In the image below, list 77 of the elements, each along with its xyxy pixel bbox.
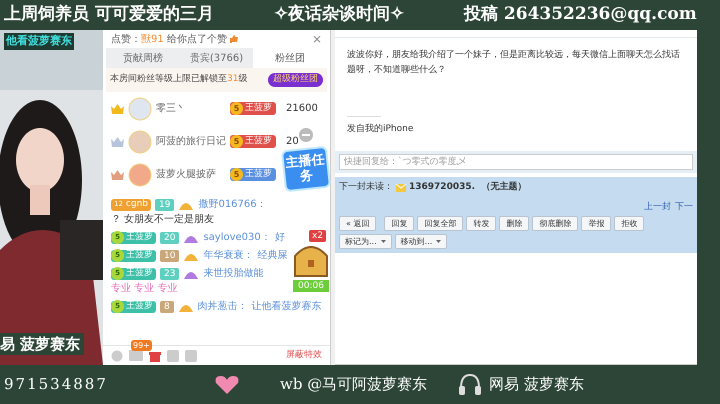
score: 21600: [286, 102, 318, 116]
caret-icon: [436, 240, 442, 243]
unread-badge: 99+: [131, 340, 152, 351]
rank-badge: 20: [160, 232, 180, 244]
rank-badge: 19: [155, 198, 174, 210]
fan-badge: 5 王菠萝: [230, 135, 276, 148]
thumbs-up-icon: [228, 34, 239, 44]
tab[interactable]: 贵宾(3766): [180, 48, 254, 68]
fan-notice: 本房间粉丝等级上限已解锁至31级: [110, 73, 248, 86]
gift-icon[interactable]: [149, 350, 161, 362]
next-unread-label: 下一封未读：: [339, 180, 393, 194]
like-notice: 点赞：獸91 给你点了个赞: [111, 32, 227, 46]
crown-icon: [111, 104, 124, 114]
banner-title: 上周饲养员 可可爱爱的三月: [4, 3, 215, 26]
weibo-handle: wb @马可阿菠萝赛东: [280, 374, 428, 396]
tool-icon[interactable]: [167, 350, 179, 362]
tab[interactable]: 贡献周榜: [106, 48, 180, 68]
mail-action-button[interactable]: « 返回: [339, 216, 376, 231]
crown-icon: [111, 170, 124, 180]
chat-message: 专业 专业 专业: [111, 282, 178, 296]
mail-action-button[interactable]: 删除: [499, 216, 530, 231]
rank-badge: 23: [160, 268, 180, 280]
overlay-caption: 他看菠萝赛东: [4, 33, 74, 50]
avatar: [128, 162, 152, 186]
dropdown-button[interactable]: 标记为...: [339, 234, 392, 249]
chat-message: 好: [274, 231, 285, 245]
block-effects-button[interactable]: 屏蔽特效: [286, 348, 322, 362]
chat-user: 来世投胎做能: [203, 266, 264, 281]
emoji-icon[interactable]: [111, 350, 123, 362]
netease-name: 网易 菠萝赛东: [489, 374, 584, 396]
email-signature: 发自我的iPhone: [346, 123, 414, 136]
fan-badge: 5 王菠萝: [230, 102, 276, 115]
envelope-icon: [396, 184, 406, 192]
multiplier-badge: x2: [309, 230, 326, 242]
chat-user: 肉丼葱击：: [198, 300, 248, 314]
email-body: 波波你好，朋友给我介绍了一个妹子，但是距离比较远，每天微信上面聊天怎么找话题呀，不知道聊些什么？: [346, 48, 681, 77]
rank-badge: 10: [160, 250, 180, 262]
caret-icon: [380, 240, 386, 243]
avatar: [128, 130, 152, 154]
chat-user: 撒野016766：: [198, 198, 267, 212]
minus-icon[interactable]: [299, 128, 313, 142]
avatar: [128, 96, 152, 120]
headphones-icon: [457, 372, 484, 398]
user-name: 零三丶: [156, 102, 187, 116]
dropdown-button[interactable]: 移动到...: [394, 234, 448, 249]
quick-reply-field[interactable]: 快捷回复给：`つ零式の零度乄: [339, 154, 693, 170]
mail-icon[interactable]: [129, 350, 143, 361]
chat-user: saylove030：: [203, 231, 271, 245]
treasure-chest-icon[interactable]: [293, 244, 329, 278]
mail-action-button[interactable]: 彻底删除: [532, 216, 578, 231]
qq-number: 971534887: [4, 374, 109, 396]
fan-badge: 5 王菠萝: [230, 168, 276, 181]
next-unread-link[interactable]: 1369720035. （无主题）: [409, 180, 526, 194]
chat-message: 经典屎: [257, 248, 288, 263]
crown-icon: [111, 136, 124, 146]
rank-badge: 8: [160, 300, 174, 312]
tab[interactable]: 粉丝团: [253, 48, 328, 68]
mail-action-button[interactable]: 回复: [384, 216, 414, 231]
nav-link[interactable]: 下一: [675, 200, 693, 214]
chat-user: 年华衰衰：: [203, 248, 254, 263]
heart-icon: [214, 374, 240, 394]
mail-action-button[interactable]: 回复全部: [417, 216, 464, 231]
banner-topic: ✧夜话杂谈时间✧: [274, 3, 405, 26]
chat-message: ？ 女朋友不一定是朋友: [111, 212, 214, 227]
super-fan-button[interactable]: 超级粉丝团: [268, 73, 323, 87]
nav-link[interactable]: 上一封: [644, 200, 671, 214]
mail-action-button[interactable]: 转发: [466, 216, 496, 231]
tool-icon[interactable]: [185, 350, 197, 362]
chest-timer: 00:06: [293, 280, 329, 292]
overlay-caption: 易 菠萝赛东: [0, 332, 84, 355]
close-button[interactable]: ×: [312, 30, 322, 48]
user-name: 菠萝火腿披萨: [156, 168, 217, 182]
chat-message: 让他看菠萝赛东: [252, 300, 322, 314]
mail-action-button[interactable]: 举报: [581, 216, 612, 231]
mail-action-button[interactable]: 拒收: [614, 216, 644, 231]
user-name: 阿菠的旅行日记: [156, 134, 226, 149]
banner-contact: 投稿 264352236@qq.com: [464, 3, 697, 26]
